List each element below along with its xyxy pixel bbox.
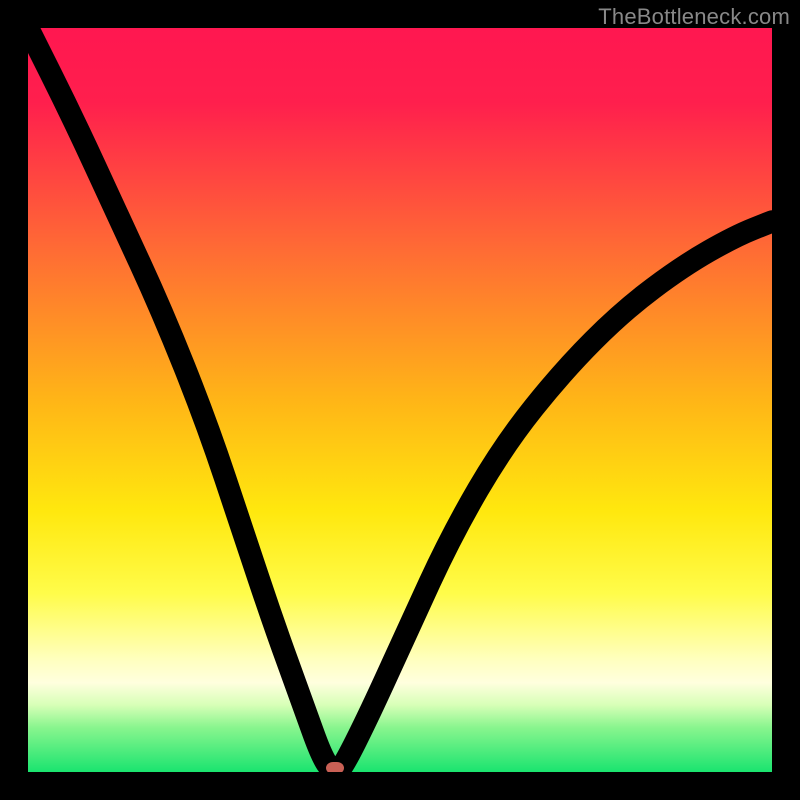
watermark-text: TheBottleneck.com [598, 4, 790, 30]
chart-stage: TheBottleneck.com [0, 0, 800, 800]
optimal-point-marker [326, 762, 344, 772]
plot-area [28, 28, 772, 772]
bottleneck-curve [28, 28, 772, 772]
